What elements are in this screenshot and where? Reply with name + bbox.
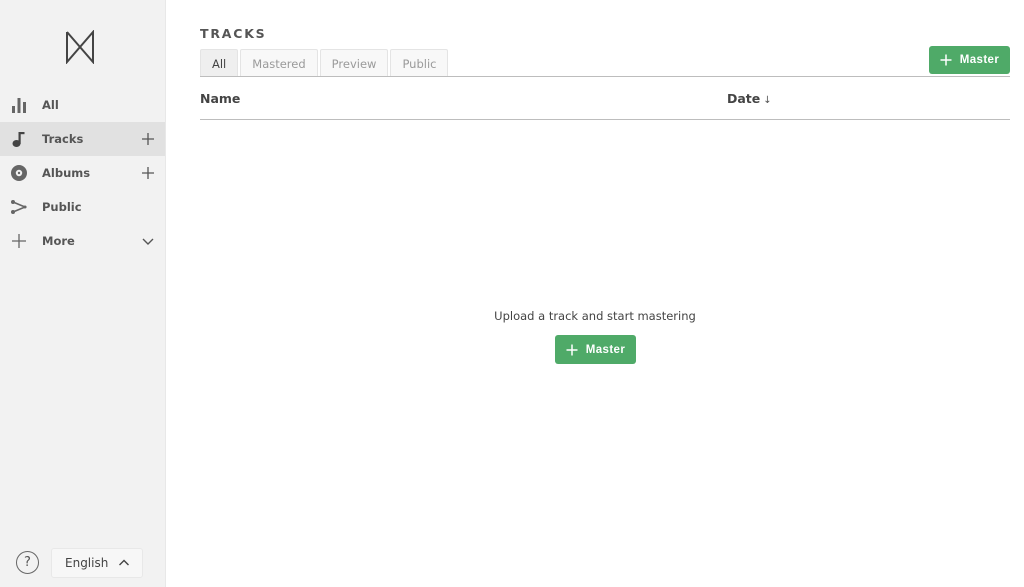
column-label: Date bbox=[727, 91, 761, 106]
sidebar-item-label: Tracks bbox=[42, 132, 84, 146]
sort-down-icon: ↓ bbox=[763, 95, 772, 106]
sidebar-item-label: More bbox=[42, 234, 75, 248]
master-button-label: Master bbox=[959, 54, 1000, 66]
plus-icon bbox=[10, 232, 28, 250]
column-header-name[interactable]: Name bbox=[200, 91, 240, 106]
share-icon bbox=[10, 198, 28, 216]
plus-icon bbox=[566, 344, 578, 355]
sidebar-item-all[interactable]: All bbox=[0, 88, 165, 122]
logo-icon[interactable] bbox=[65, 30, 95, 64]
column-label: Name bbox=[200, 91, 241, 106]
column-header-date[interactable]: Date ↓ bbox=[727, 91, 772, 106]
sidebar-nav: All Tracks Albums Public More bbox=[0, 88, 165, 258]
add-track-icon[interactable] bbox=[141, 132, 155, 146]
music-note-icon bbox=[10, 130, 28, 148]
empty-state-message: Upload a track and start mastering bbox=[494, 309, 696, 323]
filter-tabs: All Mastered Preview Public bbox=[200, 49, 449, 77]
page-title: TRACKS bbox=[200, 26, 267, 41]
add-album-icon[interactable] bbox=[141, 166, 155, 180]
tab-public[interactable]: Public bbox=[390, 49, 449, 77]
tab-mastered[interactable]: Mastered bbox=[240, 49, 318, 77]
plus-icon bbox=[940, 54, 952, 66]
table-header: Name Date ↓ bbox=[200, 77, 1010, 120]
help-icon: ? bbox=[24, 555, 31, 570]
bar-chart-icon bbox=[10, 96, 28, 114]
empty-state-master-button[interactable]: Master bbox=[555, 335, 636, 364]
sidebar-item-tracks[interactable]: Tracks bbox=[0, 122, 165, 156]
help-button[interactable]: ? bbox=[16, 551, 39, 574]
language-label: English bbox=[65, 556, 109, 570]
chevron-up-icon bbox=[119, 559, 130, 566]
sidebar-item-label: All bbox=[42, 98, 59, 112]
sidebar-item-label: Albums bbox=[42, 166, 91, 180]
tab-preview[interactable]: Preview bbox=[319, 49, 389, 77]
sidebar-item-more[interactable]: More bbox=[0, 224, 165, 258]
sidebar-item-public[interactable]: Public bbox=[0, 190, 165, 224]
master-button-label: Master bbox=[585, 343, 626, 356]
sidebar-item-albums[interactable]: Albums bbox=[0, 156, 165, 190]
sidebar: All Tracks Albums Public More ? English bbox=[0, 0, 166, 587]
disc-icon bbox=[10, 164, 28, 182]
tab-all[interactable]: All bbox=[200, 49, 239, 77]
master-button[interactable]: Master bbox=[929, 46, 1010, 74]
sidebar-item-label: Public bbox=[42, 200, 82, 214]
chevron-down-icon[interactable] bbox=[141, 234, 155, 248]
main-content: TRACKS All Mastered Preview Public Maste… bbox=[200, 0, 1010, 587]
language-selector[interactable]: English bbox=[51, 548, 143, 578]
